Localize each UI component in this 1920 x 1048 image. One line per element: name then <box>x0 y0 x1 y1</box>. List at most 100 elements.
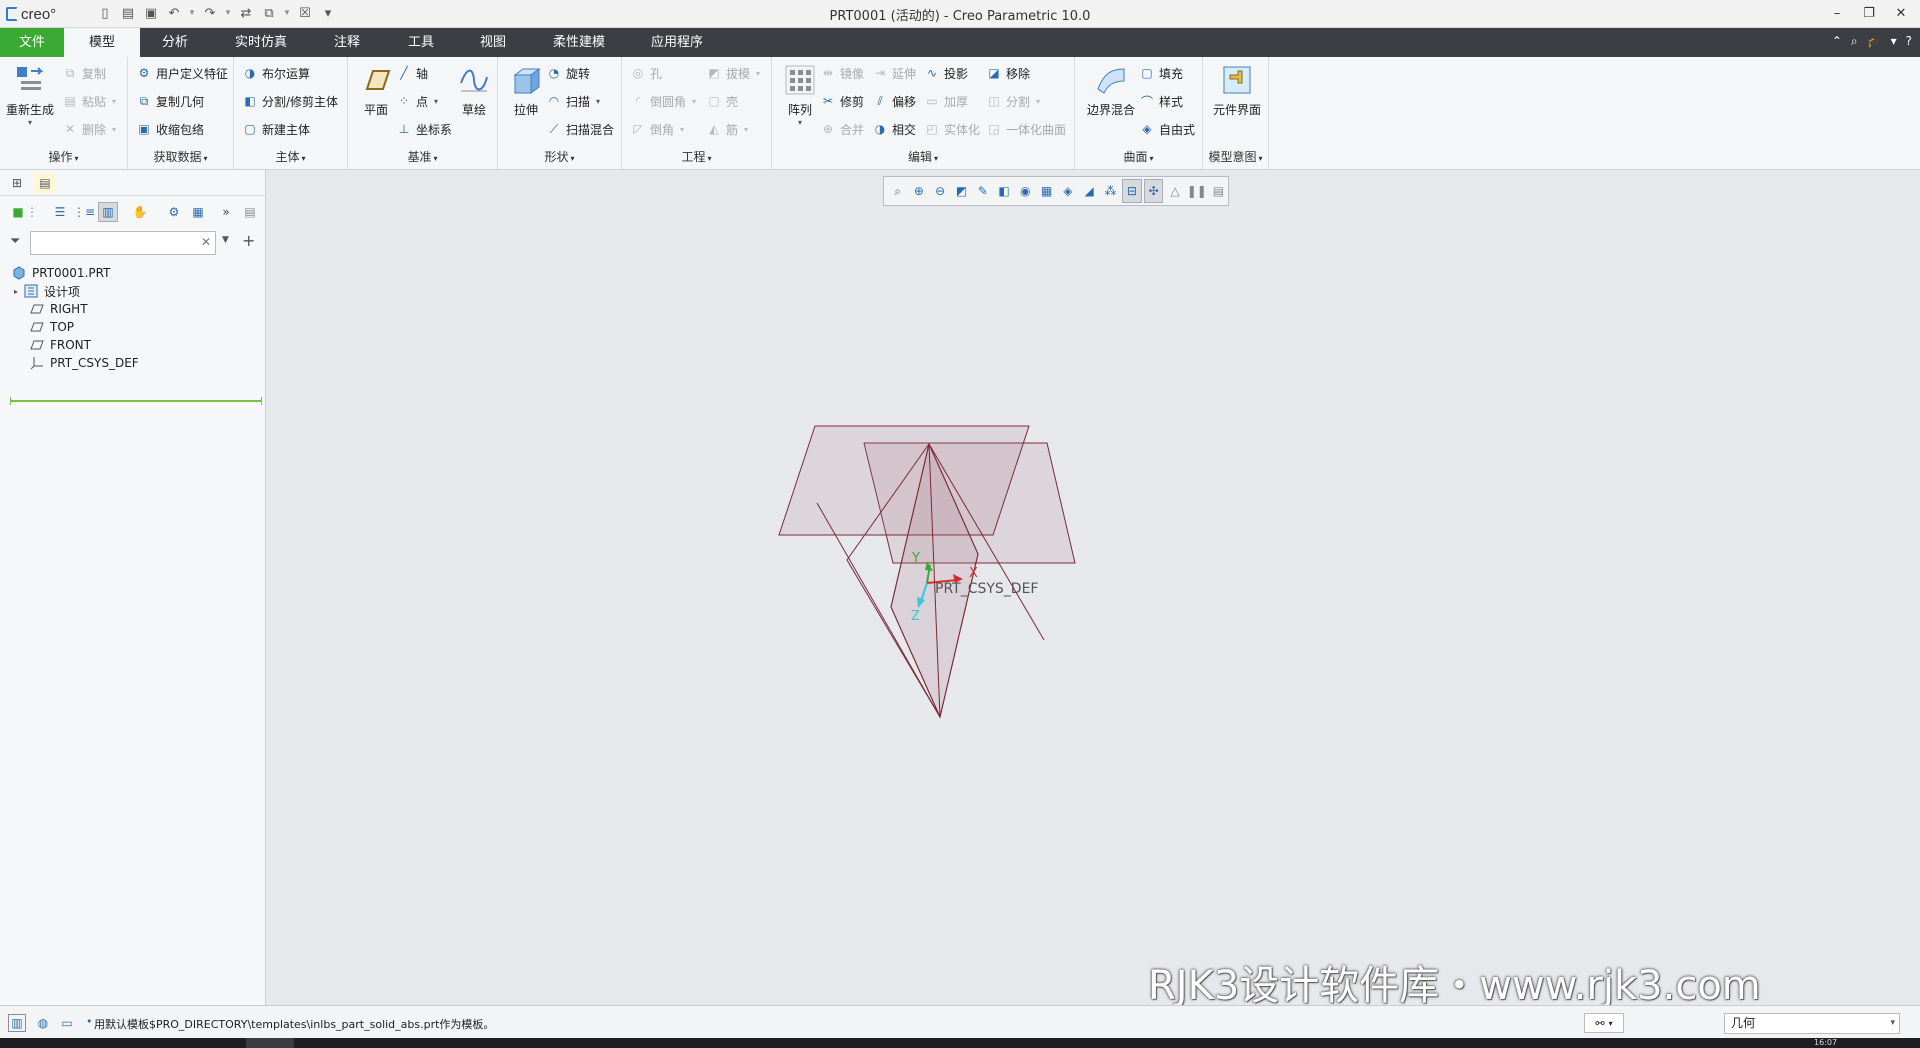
round-button[interactable]: ◜ 倒圆角 ▾ <box>630 91 696 111</box>
help-icon[interactable]: ? <box>1906 34 1912 49</box>
tab-file[interactable]: 文件 <box>0 28 64 57</box>
switch-window-icon[interactable]: ⧉ <box>260 4 278 22</box>
model-tree-tab-icon[interactable]: ⊞ <box>6 173 28 193</box>
shrinkwrap-button[interactable]: ▣ 收缩包络 <box>136 119 204 139</box>
datum-plane-button[interactable]: 平面 <box>350 63 402 118</box>
hole-button[interactable]: ◎ 孔 <box>630 63 662 83</box>
regenerate-icon[interactable]: ⇄ <box>237 4 255 22</box>
datum-plane-right[interactable] <box>778 425 1030 536</box>
tab-model[interactable]: 模型 <box>64 28 140 57</box>
group-label-shapes[interactable]: 形状 ▾ <box>498 148 621 165</box>
paste-button[interactable]: ▤ 粘贴 ▾ <box>62 91 116 111</box>
copy-geometry-button[interactable]: ⧉ 复制几何 <box>136 91 204 111</box>
tab-view[interactable]: 视图 <box>468 28 518 57</box>
graphics-window[interactable]: ⌕ ⊕ ⊖ ◩ ✎ ◧ ◉ ▦ ◈ ◢ ⁂ ⊟ ✣ △ ❚❚ ▤ Y X Z P… <box>267 170 1920 1005</box>
folder-browser-tab-icon[interactable]: ▤ <box>34 173 56 193</box>
expand-arrow-icon[interactable]: ▸ <box>14 287 18 296</box>
save-icon[interactable]: ▣ <box>142 4 160 22</box>
datum-point-button[interactable]: ⁘ 点 ▾ <box>396 91 438 111</box>
toggle-navigator-icon[interactable]: ▥ <box>8 1014 26 1032</box>
datum-planes-view[interactable]: Y X Z PRT_CSYS_DEF <box>267 170 1920 1005</box>
thicken-button[interactable]: ▭ 加厚 <box>924 91 968 111</box>
more-tools-icon[interactable]: » <box>216 202 236 222</box>
remove-button[interactable]: ◪ 移除 <box>986 63 1030 83</box>
full-screen-icon[interactable]: ▭ <box>58 1014 76 1032</box>
tab-live-simulation[interactable]: 实时仿真 <box>226 28 296 57</box>
redo-dropdown-icon[interactable]: ▾ <box>224 4 232 22</box>
detail-view-icon[interactable]: ▤ <box>240 202 260 222</box>
revolve-button[interactable]: ◔ 旋转 <box>546 63 590 83</box>
fill-button[interactable]: ▢ 填充 <box>1139 63 1183 83</box>
sketch-button[interactable]: 草绘 <box>448 63 500 118</box>
tree-filters-icon[interactable]: ☰ <box>50 202 70 222</box>
sweep-button[interactable]: ◠ 扫描 ▾ <box>546 91 600 111</box>
freestyle-button[interactable]: ◈ 自由式 <box>1139 119 1195 139</box>
minimize-icon[interactable]: – <box>1826 3 1848 23</box>
draft-button[interactable]: ◩ 拔模 ▾ <box>706 63 760 83</box>
toggle-browser-icon[interactable]: ◍ <box>34 1014 52 1032</box>
tree-item-csys[interactable]: PRT_CSYS_DEF <box>30 352 139 374</box>
new-icon[interactable]: ▯ <box>96 4 114 22</box>
tab-analysis[interactable]: 分析 <box>150 28 200 57</box>
datum-axis-button[interactable]: ╱ 轴 <box>396 63 428 83</box>
rib-button[interactable]: ◭ 筋 ▾ <box>706 119 748 139</box>
window-dropdown-icon[interactable]: ▾ <box>283 4 291 22</box>
find-button[interactable]: ⚯ ▾ <box>1584 1013 1624 1033</box>
close-window-icon[interactable]: ☒ <box>296 4 314 22</box>
restore-icon[interactable]: ❐ <box>1858 3 1880 23</box>
new-body-button[interactable]: ▢ 新建主体 <box>242 119 310 139</box>
extrude-button[interactable]: 拉伸 <box>500 63 552 118</box>
undo-dropdown-icon[interactable]: ▾ <box>188 4 196 22</box>
group-label-engineering[interactable]: 工程 ▾ <box>622 148 771 165</box>
split-button[interactable]: ◫ 分割 ▾ <box>986 91 1040 111</box>
customize-icon[interactable]: ▾ <box>319 4 337 22</box>
command-search-icon[interactable]: ⌕ <box>1851 34 1858 49</box>
boolean-button[interactable]: ◑ 布尔运算 <box>242 63 310 83</box>
collapse-ribbon-icon[interactable]: ⌃ <box>1832 34 1842 49</box>
group-label-body[interactable]: 主体 ▾ <box>234 148 347 165</box>
group-label-editing[interactable]: 编辑 ▾ <box>772 148 1074 165</box>
group-label-datum[interactable]: 基准 ▾ <box>348 148 497 165</box>
show-layers-icon[interactable]: ✋ <box>130 202 150 222</box>
solidify-button[interactable]: ◰ 实体化 <box>924 119 980 139</box>
redo-icon[interactable]: ↷ <box>201 4 219 22</box>
boundary-blend-button[interactable]: 边界混合 <box>1081 63 1141 118</box>
group-label-surfaces[interactable]: 曲面 ▾ <box>1075 148 1202 165</box>
component-interface-button[interactable]: 元件界面 <box>1207 63 1267 118</box>
tab-annotate[interactable]: 注释 <box>322 28 372 57</box>
style-button[interactable]: ⌒ 样式 <box>1139 91 1183 111</box>
undo-icon[interactable]: ↶ <box>165 4 183 22</box>
tab-applications[interactable]: 应用程序 <box>642 28 712 57</box>
chamfer-button[interactable]: ◸ 倒角 ▾ <box>630 119 684 139</box>
shell-button[interactable]: ▢ 壳 <box>706 91 738 111</box>
search-dropdown-icon[interactable]: ▼ <box>222 235 229 245</box>
group-label-operations[interactable]: 操作 ▾ <box>0 148 127 165</box>
merge-button[interactable]: ⊕ 合并 <box>820 119 864 139</box>
clear-search-icon[interactable]: ✕ <box>201 235 211 249</box>
close-icon[interactable]: ✕ <box>1890 3 1912 23</box>
swept-blend-button[interactable]: ⟋ 扫描混合 <box>546 119 614 139</box>
tree-settings-icon[interactable]: ⚙ <box>164 202 184 222</box>
learning-connector-icon[interactable]: 🎓 <box>1867 34 1882 49</box>
unify-surface-button[interactable]: ◲ 一体化曲面 <box>986 119 1066 139</box>
extend-button[interactable]: ⇥ 延伸 <box>872 63 916 83</box>
mirror-button[interactable]: ⇹ 镜像 <box>820 63 864 83</box>
project-button[interactable]: ∿ 投影 <box>924 63 968 83</box>
help-dropdown-icon[interactable]: ▾ <box>1891 34 1897 49</box>
find-dropdown-icon[interactable]: ▾ <box>1609 1019 1613 1028</box>
open-icon[interactable]: ▤ <box>119 4 137 22</box>
group-label-model-intent[interactable]: 模型意图 ▾ <box>1203 148 1268 165</box>
tab-flexible-modeling[interactable]: 柔性建模 <box>544 28 614 57</box>
trim-button[interactable]: ✂ 修剪 <box>820 91 864 111</box>
model-tree-search-input[interactable]: ✕ <box>30 231 216 255</box>
show-tree-icon[interactable]: ▥ <box>98 202 118 222</box>
tree-columns-settings-icon[interactable]: ▦ <box>188 202 208 222</box>
tab-tools[interactable]: 工具 <box>396 28 446 57</box>
offset-button[interactable]: ⫽ 偏移 <box>872 91 916 111</box>
regenerate-button[interactable]: 重新生成 ▾ <box>4 63 56 127</box>
selection-filter-select[interactable]: 几何 ▾ <box>1724 1013 1900 1034</box>
split-trim-body-button[interactable]: ◧ 分割/修剪主体 <box>242 91 338 111</box>
filter-icon[interactable]: ⏷ <box>10 234 20 249</box>
taskbar-active-app[interactable] <box>246 1038 294 1048</box>
insert-here-indicator[interactable] <box>10 397 262 405</box>
